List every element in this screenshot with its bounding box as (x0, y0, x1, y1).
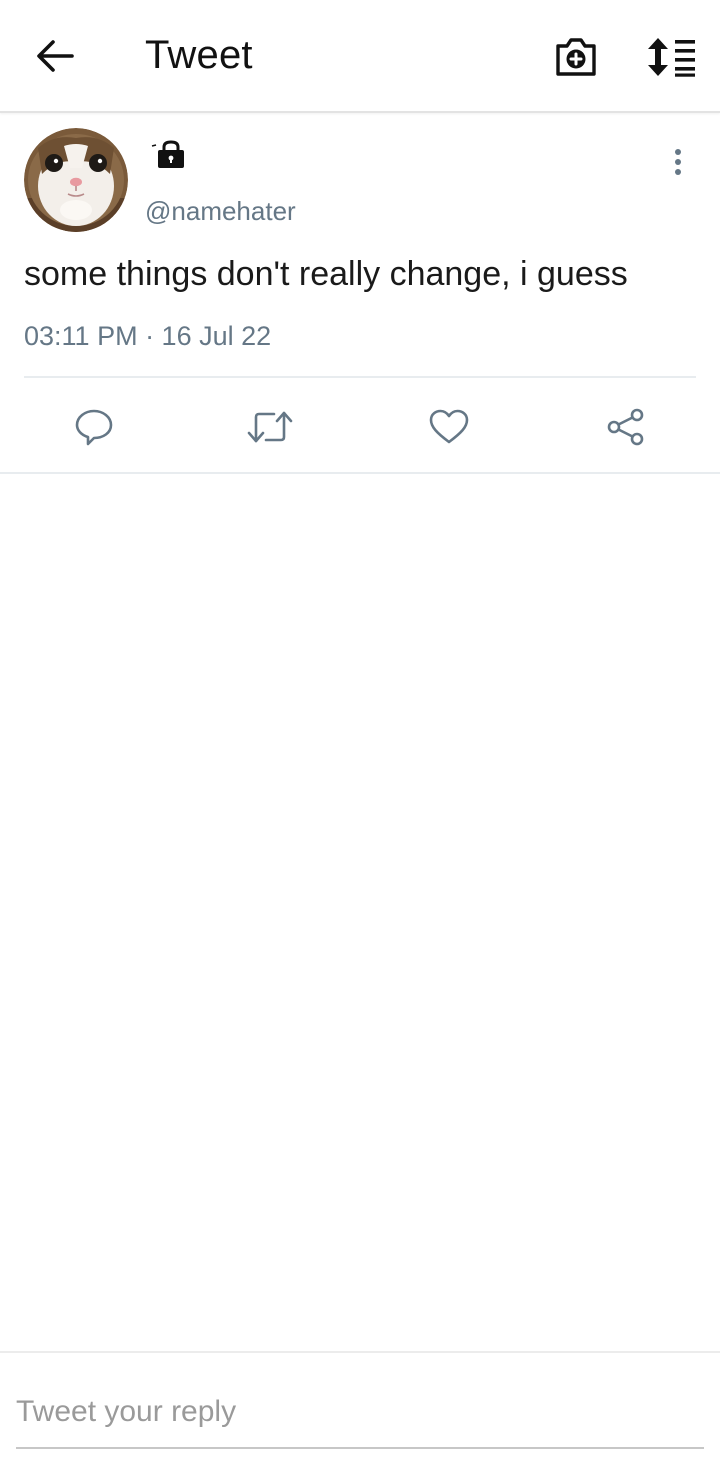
avatar[interactable] (24, 128, 128, 232)
more-vertical-icon (675, 149, 681, 175)
like-button[interactable] (424, 402, 474, 452)
retweet-button[interactable] (245, 402, 295, 452)
divider (0, 472, 720, 474)
user-handle[interactable]: @namehater (145, 196, 296, 227)
page-title: Tweet (145, 33, 253, 77)
lock-icon (150, 140, 186, 170)
comment-icon (75, 409, 113, 446)
app-bar: Tweet (0, 0, 720, 113)
tweet-detail-screen: Tweet @namehater some things don't reall… (0, 0, 720, 1459)
tweet-text: some things don't really change, i guess (24, 255, 628, 293)
reply-composer (0, 1351, 720, 1459)
back-button[interactable] (28, 32, 82, 80)
heart-icon (429, 409, 469, 444)
tweet-actions (0, 380, 720, 472)
camera-button[interactable] (548, 30, 604, 84)
share-button[interactable] (601, 402, 651, 452)
arrow-left-icon (37, 40, 74, 72)
divider (24, 376, 696, 378)
camera-plus-icon (556, 38, 596, 76)
share-icon (607, 408, 644, 446)
reply-button[interactable] (69, 402, 119, 452)
sort-button[interactable] (642, 30, 702, 84)
more-options-button[interactable] (660, 142, 696, 182)
cat-avatar-image (24, 128, 128, 232)
retweet-icon (247, 411, 293, 443)
sort-list-icon (648, 38, 695, 77)
reply-input[interactable] (16, 1377, 704, 1449)
tweet-timestamp: 03:11 PM · 16 Jul 22 (24, 321, 272, 351)
